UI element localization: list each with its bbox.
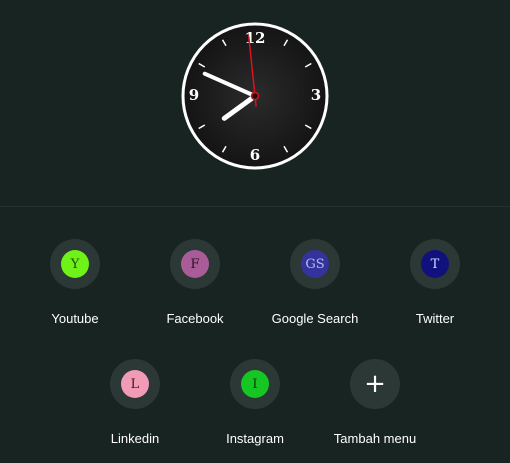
shortcut-label: Linkedin — [110, 431, 160, 446]
shortcut-letter-icon: T — [421, 250, 449, 278]
shortcut-linkedin[interactable]: L Linkedin — [75, 359, 195, 459]
shortcut-tile[interactable]: T — [410, 239, 460, 289]
add-shortcut-tile[interactable]: + — [350, 359, 400, 409]
shortcut-label: Twitter — [415, 311, 455, 326]
clock-numeral-12: 12 — [245, 29, 266, 47]
shortcut-tile[interactable]: Y — [50, 239, 100, 289]
clock-numeral-9: 9 — [189, 86, 199, 104]
shortcut-letter-icon: GS — [301, 250, 329, 278]
clock-face: 12 3 6 9 — [181, 22, 329, 170]
new-tab-page: 12 3 6 9 Y Youtube F Facebook GS Google … — [0, 0, 510, 463]
shortcut-label: Facebook — [166, 311, 224, 326]
shortcut-tile[interactable]: GS — [290, 239, 340, 289]
shortcut-facebook[interactable]: F Facebook — [135, 239, 255, 339]
shortcut-letter-icon: Y — [61, 250, 89, 278]
add-shortcut-button[interactable]: + Tambah menu — [315, 359, 435, 459]
shortcut-tile[interactable]: L — [110, 359, 160, 409]
shortcut-letter-icon: F — [181, 250, 209, 278]
add-shortcut-label: Tambah menu — [333, 431, 417, 446]
shortcut-tile[interactable]: F — [170, 239, 220, 289]
shortcut-tile[interactable]: I — [230, 359, 280, 409]
shortcut-google-search[interactable]: GS Google Search — [255, 239, 375, 339]
section-divider — [0, 206, 510, 207]
shortcut-label: Google Search — [271, 311, 359, 326]
plus-icon: + — [364, 369, 386, 399]
analog-clock: 12 3 6 9 — [180, 21, 330, 171]
clock-center-pin — [250, 91, 260, 101]
shortcut-youtube[interactable]: Y Youtube — [15, 239, 135, 339]
clock-numeral-3: 3 — [311, 86, 321, 104]
shortcut-twitter[interactable]: T Twitter — [375, 239, 495, 339]
shortcut-label: Instagram — [226, 431, 284, 446]
clock-numeral-6: 6 — [250, 146, 260, 164]
shortcut-letter-icon: I — [241, 370, 269, 398]
shortcut-letter-icon: L — [121, 370, 149, 398]
shortcut-instagram[interactable]: I Instagram — [195, 359, 315, 459]
shortcut-label: Youtube — [51, 311, 99, 326]
